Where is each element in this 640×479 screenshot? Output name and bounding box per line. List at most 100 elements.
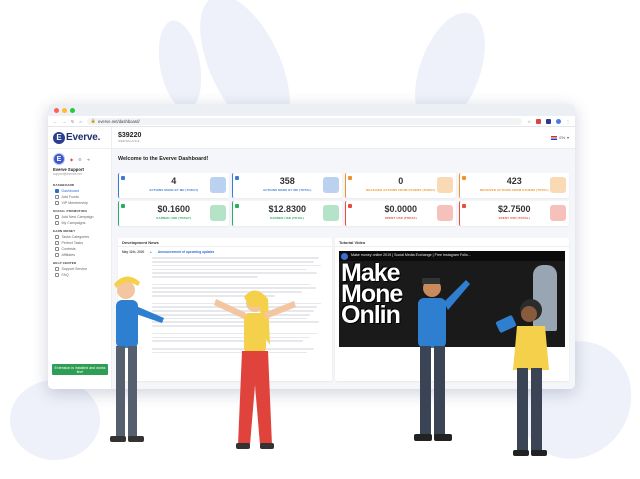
sidebar-item-label: Add Funds xyxy=(61,195,79,199)
sidebar-item-label: My Campaigns xyxy=(61,221,86,225)
home-icon xyxy=(55,189,59,193)
video-title-text: Make money online 2019 | Social Media Ex… xyxy=(351,253,471,257)
sidebar-section-title: SOCIAL PROMOTION xyxy=(53,209,87,213)
plus-icon xyxy=(55,215,59,219)
extension-icon[interactable] xyxy=(536,118,541,124)
flag-icon xyxy=(551,135,558,140)
gift-icon[interactable]: ◆ xyxy=(70,157,73,162)
check-icon xyxy=(55,241,59,245)
list-icon xyxy=(55,221,59,225)
stat-cards: 4 ACTIONS MADE BY ME (TODAY) 358 ACTIONS MA… xyxy=(118,173,569,226)
stat-card: 358 ACTIONS MADE BY ME (TOTAL) xyxy=(231,173,342,198)
question-icon xyxy=(55,273,59,277)
sidebar-item-label: Dashboard xyxy=(61,189,80,193)
sidebar-item-label: VIP Membership xyxy=(61,201,89,205)
stat-icon xyxy=(348,176,352,180)
sidebar-item-label: Affiliates xyxy=(61,253,76,257)
sidebar-item-label: Add New Campaign xyxy=(61,215,94,219)
video-title: Make money online 2019 | Social Media Ex… xyxy=(339,251,565,261)
home-nav-icon[interactable]: ⌂ xyxy=(79,119,81,124)
stat-card: 4 ACTIONS MADE BY ME (TODAY) xyxy=(118,173,229,198)
video-overlay-line: Onlin xyxy=(341,301,401,329)
stat-illustration-icon xyxy=(436,205,453,221)
news-text-line xyxy=(152,260,314,263)
balance-value: $39220 xyxy=(118,132,142,139)
avatar[interactable]: E xyxy=(53,153,65,165)
news-title[interactable]: Announcement of upcoming updates xyxy=(158,250,214,254)
help-icon xyxy=(55,267,59,271)
stat-card: $12.8300 EARNED USD (TOTAL) xyxy=(231,201,342,226)
stat-card: 0 RECEIVED ACTIONS FROM OTHERS (TODAY) xyxy=(345,173,456,198)
logo-mark: E xyxy=(53,131,65,144)
news-text-line xyxy=(152,264,321,267)
language-label: EN xyxy=(559,135,565,140)
stat-illustration-icon xyxy=(323,205,339,221)
logo-text: Everve. xyxy=(66,132,101,143)
chevron-down-icon: ▾ xyxy=(566,135,569,140)
settings-icon[interactable]: ⚙ xyxy=(78,157,82,162)
back-icon[interactable]: ← xyxy=(53,119,57,124)
stat-icon xyxy=(121,204,125,208)
browser-titlebar xyxy=(48,104,575,116)
logo[interactable]: E Everve. xyxy=(48,127,111,149)
news-text-line xyxy=(152,257,320,259)
illustration-person-left xyxy=(110,276,164,442)
maximize-window-dot[interactable] xyxy=(70,107,75,113)
sidebar-item-label: Support Service xyxy=(61,267,88,271)
user-email: support@everve.net xyxy=(53,172,82,176)
extension-icon[interactable] xyxy=(546,118,551,124)
browser-toolbar: ← → ↻ ⌂ 🔒 everve.net/dashboard/ ☆ ⋮ xyxy=(48,116,575,127)
stat-card: $0.0000 SPENT USD (TODAY) xyxy=(345,201,456,226)
sidebar-item-label: FAQ xyxy=(61,273,69,277)
news-date: May 11th, 2020 xyxy=(122,250,145,254)
stat-illustration-icon xyxy=(550,205,566,221)
stat-icon xyxy=(461,176,466,180)
stat-icon xyxy=(461,204,466,208)
stat-icon xyxy=(348,204,352,208)
sidebar-section-title: EARN MONEY xyxy=(53,229,76,233)
news-text-line xyxy=(152,272,318,274)
users-icon xyxy=(55,253,59,257)
wallet-icon xyxy=(55,195,59,199)
stat-illustration-icon xyxy=(209,177,226,193)
lock-icon: 🔒 xyxy=(90,118,96,123)
stat-icon xyxy=(234,176,239,180)
sidebar-item-label: Perfect Tasks xyxy=(61,241,84,245)
video-header: Tutorial Video xyxy=(335,238,569,247)
stat-icon xyxy=(234,204,239,208)
sidebar-item-label: Tasks Categories xyxy=(61,235,90,239)
illustration-person-right xyxy=(414,278,470,441)
grid-icon xyxy=(55,235,59,239)
balance-label: WEB BALANCE xyxy=(118,139,140,143)
channel-avatar xyxy=(341,252,348,260)
stat-card: $2.7500 SPENT USD (TOTAL) xyxy=(458,201,569,226)
stat-card: $0.1600 EARNED USD (TODAY) xyxy=(118,201,229,226)
stat-illustration-icon xyxy=(436,177,453,193)
topbar: $39220 WEB BALANCE EN ▾ xyxy=(112,127,575,149)
reload-icon[interactable]: ↻ xyxy=(71,119,74,124)
background-leaf xyxy=(10,380,100,460)
url-text: everve.net/dashboard/ xyxy=(98,118,140,124)
illustration-person-far-right xyxy=(495,299,549,456)
language-selector[interactable]: EN ▾ xyxy=(551,135,569,140)
illustration-person-center xyxy=(214,290,296,449)
close-window-dot[interactable] xyxy=(54,107,59,113)
video-overlay-text: Make Mone Onlin xyxy=(341,261,403,329)
menu-dots-icon[interactable]: ⋮ xyxy=(566,119,570,124)
sidebar-item-label: Contests xyxy=(61,247,76,251)
stat-card: 423 RECEIVED ACTIONS FROM OTHERS (TOTAL) xyxy=(458,173,569,198)
minimize-window-dot[interactable] xyxy=(62,107,67,113)
news-header: Development News xyxy=(118,238,332,247)
address-bar[interactable]: 🔒 everve.net/dashboard/ xyxy=(86,117,523,125)
logout-icon[interactable]: ➜ xyxy=(87,157,90,162)
bookmark-star-icon[interactable]: ☆ xyxy=(527,119,531,124)
extension-icon[interactable] xyxy=(556,118,561,124)
forward-icon[interactable]: → xyxy=(62,119,66,124)
star-icon xyxy=(55,201,59,205)
page-title: Welcome to the Everve Dashboard! xyxy=(118,156,209,162)
sidebar-section-title: DASHBOARD xyxy=(53,183,75,187)
trophy-icon xyxy=(55,247,59,251)
stat-icon xyxy=(121,176,125,180)
sidebar-nav: DASHBOARD Dashboard Add Funds VIP Membershi… xyxy=(48,180,111,278)
stat-illustration-icon xyxy=(550,177,566,193)
